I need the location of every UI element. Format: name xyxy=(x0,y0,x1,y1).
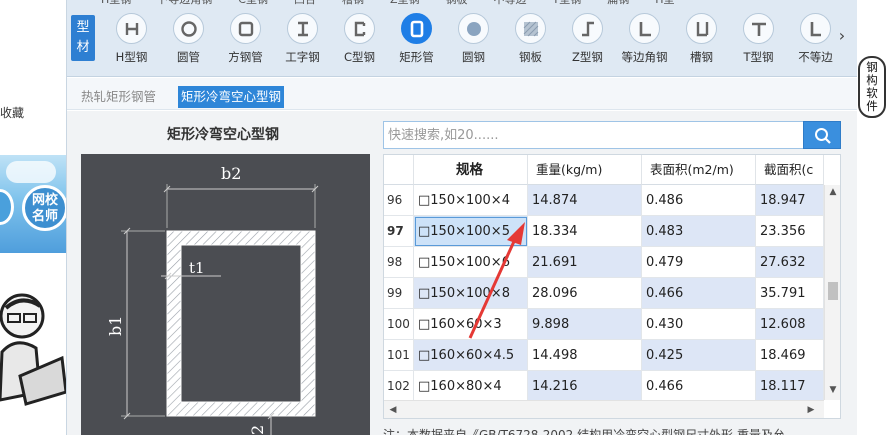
background-webpage: 收藏 网校 名师 xyxy=(0,0,66,435)
teacher-badge: 网校 名师 xyxy=(22,185,66,231)
cloud-decoration xyxy=(6,161,56,183)
person-with-laptop-illustration xyxy=(0,293,66,406)
promo-banner[interactable]: 网校 名师 xyxy=(0,155,66,253)
steel-table-app: H型钢卜导边角钢C型钢凸台槽钢Z型钢钢板不等边T型钢扁钢H型 型材 H型钢圆管方… xyxy=(66,0,857,435)
favorite-link[interactable]: 收藏 xyxy=(0,104,24,121)
annotation-arrow-icon xyxy=(468,222,525,339)
steel-software-side-tab[interactable]: 钢构软件 xyxy=(858,56,886,118)
badge-partial xyxy=(0,189,14,225)
screen: 收藏 网校 名师 H型钢卜导边角钢C型钢凸台槽钢Z型钢钢板不等边T型钢扁钢H型 … xyxy=(0,0,893,435)
badge-line-2: 名师 xyxy=(31,209,58,224)
badge-line-1: 网校 xyxy=(31,193,58,208)
side-tab-char: 件 xyxy=(866,99,878,113)
